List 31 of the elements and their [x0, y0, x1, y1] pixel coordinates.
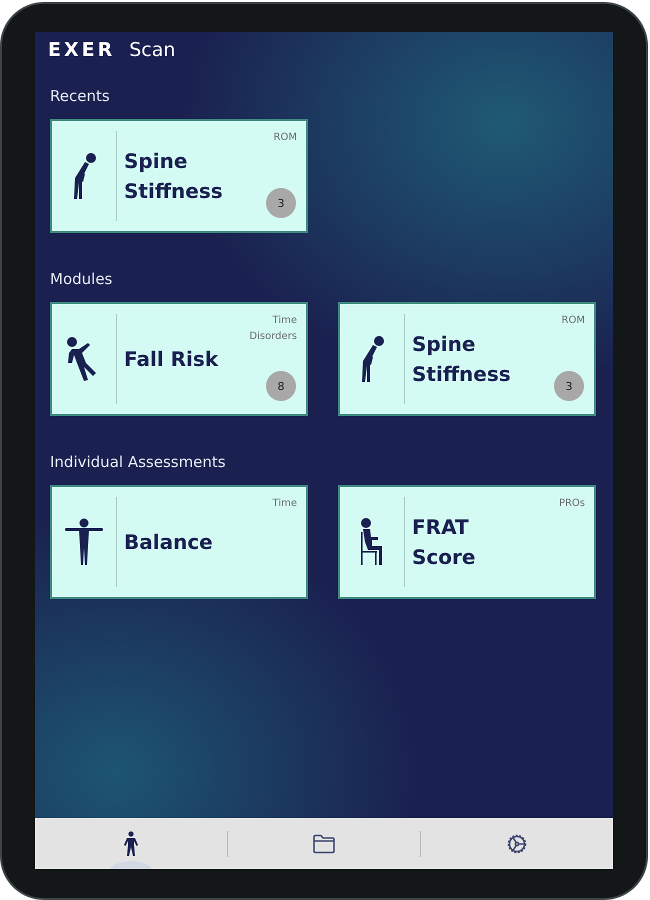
assessment-card[interactable]: Spine Stiffness ROM 3: [50, 119, 308, 233]
category-tag: Time: [249, 313, 297, 329]
count-badge: 3: [554, 371, 584, 401]
card-title: FRAT Score: [412, 514, 476, 571]
app-title: Scan: [129, 39, 176, 61]
card-title: Spine Stiffness: [412, 331, 511, 388]
category-tag: ROM: [562, 313, 585, 329]
stooping-person-icon: [359, 335, 385, 383]
card-title: Balance: [124, 529, 213, 556]
count-badge: 8: [266, 371, 296, 401]
settings-icon: [505, 832, 529, 856]
category-tag: ROM: [274, 130, 297, 146]
section-title: Modules: [50, 270, 114, 288]
section-title: Recents: [50, 87, 111, 105]
assessment-card[interactable]: Fall Risk Time Disorders 8: [50, 302, 308, 416]
person-icon: [123, 830, 139, 856]
section-title: Individual Assessments: [50, 453, 227, 471]
card-title: Fall Risk: [124, 346, 218, 373]
assessment-card[interactable]: Spine Stiffness ROM 3: [338, 302, 596, 416]
seated-person-icon: [360, 518, 384, 566]
assessment-card[interactable]: FRAT Score PROs: [338, 485, 596, 599]
card-title: Spine Stiffness: [124, 148, 223, 205]
standing-person-icon: [65, 518, 103, 566]
folder-icon: [312, 834, 336, 854]
count-badge: 3: [266, 188, 296, 218]
logo: EXER: [48, 39, 116, 61]
category-tag: PROs: [558, 496, 585, 512]
category-tag: Time: [272, 496, 297, 512]
category-tag: Disorders: [249, 329, 297, 345]
stooping-person-icon: [71, 152, 97, 200]
assessment-card[interactable]: Balance Time: [50, 485, 308, 599]
